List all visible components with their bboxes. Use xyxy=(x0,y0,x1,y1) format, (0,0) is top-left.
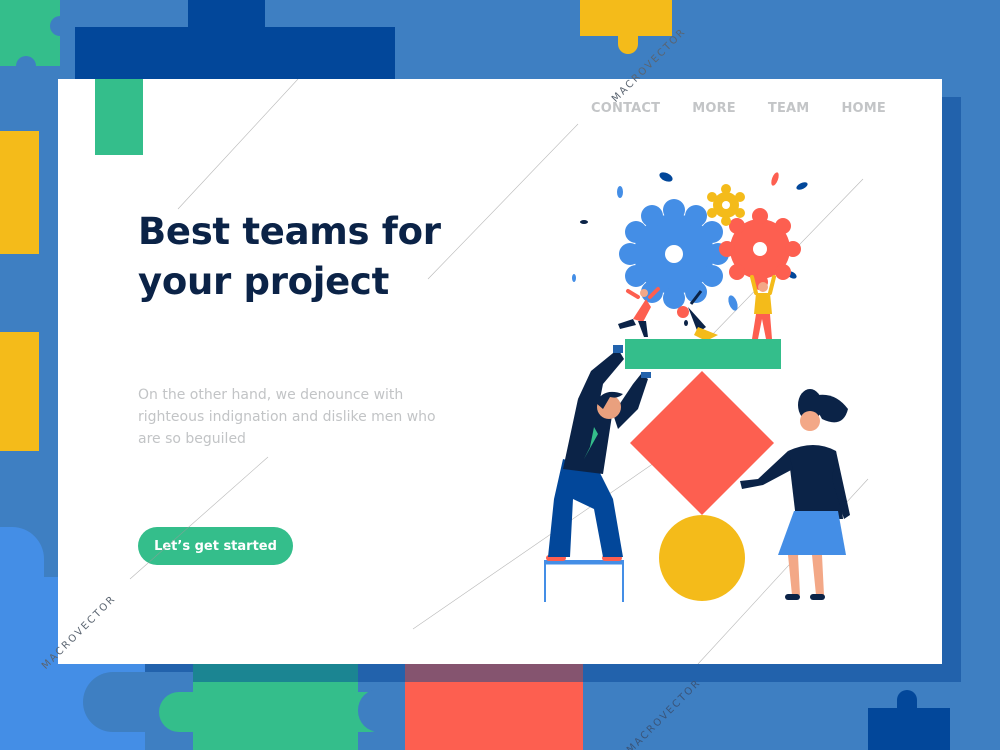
yellow-block-left-1 xyxy=(0,131,39,254)
dark-blue-block-top xyxy=(188,0,265,28)
green-bookmark-tab xyxy=(95,79,143,155)
get-started-button[interactable]: Let’s get started xyxy=(138,527,293,565)
small-person-left xyxy=(618,287,660,337)
teamwork-illustration xyxy=(129,79,869,664)
green-puzzle-piece xyxy=(0,0,60,66)
nav-home[interactable]: HOME xyxy=(841,101,886,116)
hero-body-text: On the other hand, we denounce with righ… xyxy=(138,387,436,447)
yellow-gear-icon xyxy=(707,184,745,226)
top-nav: CONTACT MORE TEAM HOME xyxy=(591,101,886,116)
hero-card: CONTACT MORE TEAM HOME Best teams for yo… xyxy=(40,26,942,672)
splash-drops xyxy=(572,172,808,326)
dark-blue-puzzle-piece-br xyxy=(868,690,950,750)
small-person-right xyxy=(750,275,776,339)
red-diamond-shape xyxy=(630,371,774,515)
diagonal-lines xyxy=(129,79,869,664)
nav-more[interactable]: MORE xyxy=(692,101,736,116)
nav-team[interactable]: TEAM xyxy=(768,101,810,116)
green-platform xyxy=(625,339,781,369)
green-bottom-connector xyxy=(159,692,390,732)
yellow-puzzle-piece xyxy=(580,0,672,54)
red-gear-icon xyxy=(719,208,801,290)
stool xyxy=(544,560,624,602)
blue-gear-icon xyxy=(619,199,729,309)
teal-overlap xyxy=(193,664,358,682)
yellow-block-left-2 xyxy=(0,332,39,451)
hero-headline: Best teams for your project xyxy=(138,210,441,303)
man-figure xyxy=(546,345,651,561)
nav-contact[interactable]: CONTACT xyxy=(591,101,660,116)
purple-overlap xyxy=(405,664,583,682)
yellow-circle-shape xyxy=(659,515,745,601)
dark-blue-bar-top xyxy=(75,27,395,79)
woman-figure xyxy=(740,389,850,600)
small-person-middle xyxy=(677,290,718,341)
